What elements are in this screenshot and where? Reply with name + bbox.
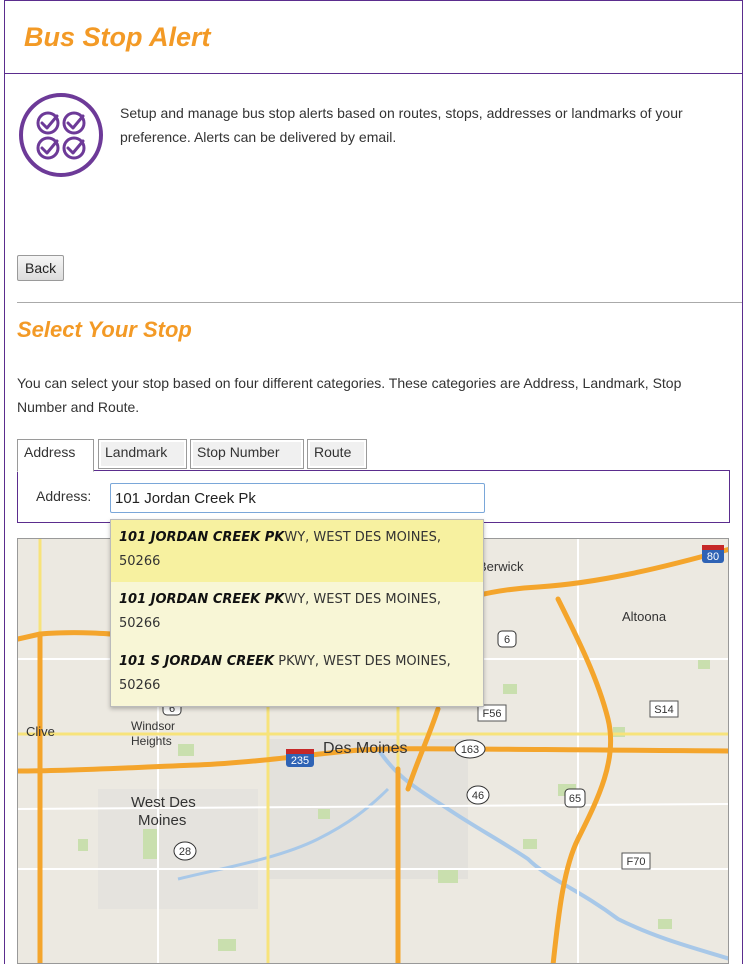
page-header: Bus Stop Alert [4,0,743,74]
divider [17,302,742,303]
svg-text:46: 46 [472,790,484,802]
map-label-moines: Moines [138,812,186,829]
route-28-shield: 28 [173,841,197,861]
svg-text:6: 6 [504,634,510,646]
suggestion-item[interactable]: 101 JORDAN CREEK PKWY, WEST DES MOINES, … [111,582,483,644]
route-6-shield: 6 [497,630,517,648]
svg-text:65: 65 [569,793,581,805]
svg-text:235: 235 [291,755,309,767]
map-label-berwick: Berwick [478,559,524,574]
route-46-shield: 46 [466,785,490,805]
map-label-altoona: Altoona [622,609,667,624]
map-label-des-moines: Des Moines [323,740,407,757]
section-title: Select Your Stop [17,317,192,342]
interstate-80-shield: 80 [702,545,724,563]
address-suggestions: 101 JORDAN CREEK PKWY, WEST DES MOINES, … [110,519,484,707]
interstate-235-shield: 235 [286,749,314,767]
checkmarks-circle-icon [19,93,103,177]
svg-text:163: 163 [461,744,479,756]
page-title: Bus Stop Alert [24,22,211,52]
map-label-clive: Clive [26,724,55,739]
svg-text:80: 80 [707,551,719,563]
tab-address[interactable]: Address [17,439,94,472]
svg-text:28: 28 [179,846,191,858]
route-f70-shield: F70 [621,852,651,870]
tab-stop-number[interactable]: Stop Number [190,439,304,469]
intro-description: Setup and manage bus stop alerts based o… [120,105,683,145]
route-65-shield: 65 [564,788,586,808]
route-f56-shield: F56 [477,704,507,722]
tab-landmark[interactable]: Landmark [98,439,187,469]
address-input[interactable] [110,483,485,513]
svg-text:S14: S14 [654,704,674,716]
map-label-windsor: Windsor [131,719,175,733]
suggestion-item[interactable]: 101 JORDAN CREEK PKWY, WEST DES MOINES, … [111,520,483,582]
map-label-west-des: West Des [131,794,196,811]
suggestion-item[interactable]: 101 S JORDAN CREEK PKWY, WEST DES MOINES… [111,644,483,706]
svg-text:F56: F56 [483,708,502,720]
address-panel: Address: [17,470,730,523]
svg-text:F70: F70 [627,856,646,868]
route-163-shield: 163 [454,739,486,759]
tab-route[interactable]: Route [307,439,367,469]
route-s14-shield: S14 [649,700,679,718]
address-label: Address: [36,488,92,504]
map-label-heights: Heights [131,734,172,748]
back-button[interactable]: Back [17,255,65,281]
section-description: You can select your stop based on four d… [17,375,682,415]
